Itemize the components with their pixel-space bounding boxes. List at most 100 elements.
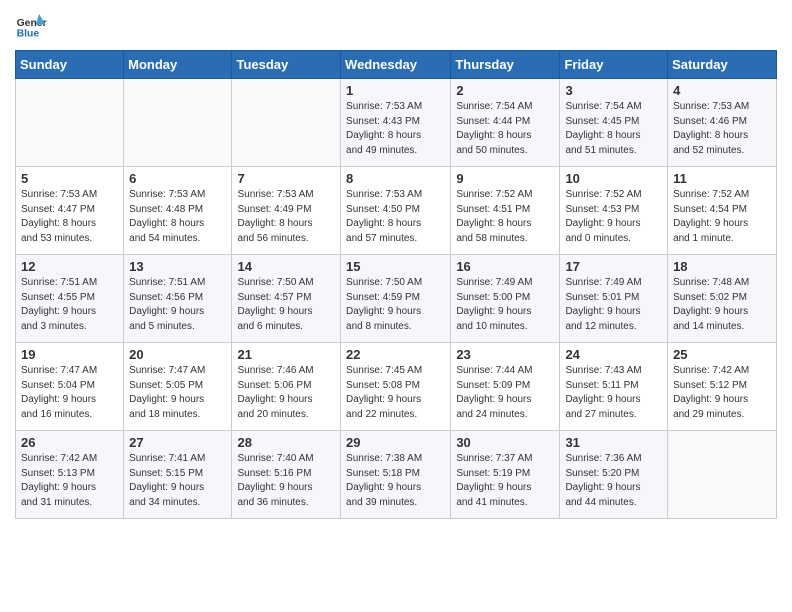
day-number: 28 — [237, 435, 335, 450]
day-number: 18 — [673, 259, 771, 274]
day-number: 30 — [456, 435, 554, 450]
day-number: 19 — [21, 347, 118, 362]
day-number: 11 — [673, 171, 771, 186]
day-info: Sunrise: 7:40 AM Sunset: 5:16 PM Dayligh… — [237, 452, 335, 510]
day-header-monday: Monday — [124, 51, 232, 79]
calendar-cell: 31 Sunrise: 7:36 AM Sunset: 5:20 PM Dayli… — [560, 431, 668, 519]
day-info: Sunrise: 7:43 AM Sunset: 5:11 PM Dayligh… — [565, 364, 662, 422]
calendar-cell: 25Sunrise: 7:42 AM Sunset: 5:12 PM Dayli… — [668, 343, 777, 431]
calendar-cell — [124, 79, 232, 167]
day-info: Sunrise: 7:53 AM Sunset: 4:50 PM Dayligh… — [346, 188, 445, 246]
day-header-saturday: Saturday — [668, 51, 777, 79]
calendar-cell: 17 Sunrise: 7:49 AM Sunset: 5:01 PM Dayli… — [560, 255, 668, 343]
day-header-friday: Friday — [560, 51, 668, 79]
header: General Blue — [15, 10, 777, 42]
calendar-cell: 2Sunrise: 7:54 AM Sunset: 4:44 PM Daylig… — [451, 79, 560, 167]
page: General Blue SundayMondayTuesdayWednesda… — [0, 0, 792, 534]
logo-icon: General Blue — [15, 10, 47, 42]
day-number: 7 — [237, 171, 335, 186]
calendar-cell: 13 Sunrise: 7:51 AM Sunset: 4:56 PM Dayli… — [124, 255, 232, 343]
day-info: Sunrise: 7:49 AM Sunset: 5:00 PM Dayligh… — [456, 276, 554, 334]
calendar-cell: 6 Sunrise: 7:53 AM Sunset: 4:48 PM Daylig… — [124, 167, 232, 255]
day-info: Sunrise: 7:45 AM Sunset: 5:08 PM Dayligh… — [346, 364, 445, 422]
svg-text:Blue: Blue — [17, 28, 40, 39]
calendar-cell — [232, 79, 341, 167]
day-number: 12 — [21, 259, 118, 274]
calendar-week-1: 1 Sunrise: 7:53 AM Sunset: 4:43 PM Daylig… — [16, 79, 777, 167]
day-number: 26 — [21, 435, 118, 450]
day-number: 1 — [346, 83, 445, 98]
calendar-cell: 23 Sunrise: 7:44 AM Sunset: 5:09 PM Dayli… — [451, 343, 560, 431]
calendar-header-row: SundayMondayTuesdayWednesdayThursdayFrid… — [16, 51, 777, 79]
day-number: 5 — [21, 171, 118, 186]
calendar-cell: 5Sunrise: 7:53 AM Sunset: 4:47 PM Daylig… — [16, 167, 124, 255]
calendar-cell: 29Sunrise: 7:38 AM Sunset: 5:18 PM Dayli… — [341, 431, 451, 519]
day-info: Sunrise: 7:41 AM Sunset: 5:15 PM Dayligh… — [129, 452, 226, 510]
day-header-thursday: Thursday — [451, 51, 560, 79]
day-number: 20 — [129, 347, 226, 362]
day-info: Sunrise: 7:42 AM Sunset: 5:12 PM Dayligh… — [673, 364, 771, 422]
calendar-week-3: 12 Sunrise: 7:51 AM Sunset: 4:55 PM Dayli… — [16, 255, 777, 343]
day-info: Sunrise: 7:52 AM Sunset: 4:51 PM Dayligh… — [456, 188, 554, 246]
day-number: 29 — [346, 435, 445, 450]
calendar-cell: 20 Sunrise: 7:47 AM Sunset: 5:05 PM Dayli… — [124, 343, 232, 431]
day-info: Sunrise: 7:54 AM Sunset: 4:45 PM Dayligh… — [565, 100, 662, 158]
day-header-wednesday: Wednesday — [341, 51, 451, 79]
day-info: Sunrise: 7:52 AM Sunset: 4:53 PM Dayligh… — [565, 188, 662, 246]
calendar-cell: 9 Sunrise: 7:52 AM Sunset: 4:51 PM Daylig… — [451, 167, 560, 255]
calendar-cell: 19Sunrise: 7:47 AM Sunset: 5:04 PM Dayli… — [16, 343, 124, 431]
day-info: Sunrise: 7:50 AM Sunset: 4:57 PM Dayligh… — [237, 276, 335, 334]
calendar-cell: 22Sunrise: 7:45 AM Sunset: 5:08 PM Dayli… — [341, 343, 451, 431]
calendar-cell: 21 Sunrise: 7:46 AM Sunset: 5:06 PM Dayli… — [232, 343, 341, 431]
day-number: 10 — [565, 171, 662, 186]
day-number: 27 — [129, 435, 226, 450]
calendar-cell: 16 Sunrise: 7:49 AM Sunset: 5:00 PM Dayli… — [451, 255, 560, 343]
day-info: Sunrise: 7:47 AM Sunset: 5:05 PM Dayligh… — [129, 364, 226, 422]
day-info: Sunrise: 7:53 AM Sunset: 4:43 PM Dayligh… — [346, 100, 445, 158]
day-number: 9 — [456, 171, 554, 186]
calendar-cell: 28 Sunrise: 7:40 AM Sunset: 5:16 PM Dayli… — [232, 431, 341, 519]
day-info: Sunrise: 7:36 AM Sunset: 5:20 PM Dayligh… — [565, 452, 662, 510]
day-info: Sunrise: 7:53 AM Sunset: 4:48 PM Dayligh… — [129, 188, 226, 246]
calendar-cell: 8Sunrise: 7:53 AM Sunset: 4:50 PM Daylig… — [341, 167, 451, 255]
logo: General Blue — [15, 10, 51, 42]
calendar-cell: 7 Sunrise: 7:53 AM Sunset: 4:49 PM Daylig… — [232, 167, 341, 255]
day-header-tuesday: Tuesday — [232, 51, 341, 79]
day-number: 4 — [673, 83, 771, 98]
day-info: Sunrise: 7:54 AM Sunset: 4:44 PM Dayligh… — [456, 100, 554, 158]
calendar-cell: 14 Sunrise: 7:50 AM Sunset: 4:57 PM Dayli… — [232, 255, 341, 343]
day-info: Sunrise: 7:53 AM Sunset: 4:49 PM Dayligh… — [237, 188, 335, 246]
calendar-cell: 30 Sunrise: 7:37 AM Sunset: 5:19 PM Dayli… — [451, 431, 560, 519]
day-info: Sunrise: 7:51 AM Sunset: 4:55 PM Dayligh… — [21, 276, 118, 334]
day-info: Sunrise: 7:42 AM Sunset: 5:13 PM Dayligh… — [21, 452, 118, 510]
day-info: Sunrise: 7:52 AM Sunset: 4:54 PM Dayligh… — [673, 188, 771, 246]
day-number: 6 — [129, 171, 226, 186]
calendar-cell: 1 Sunrise: 7:53 AM Sunset: 4:43 PM Daylig… — [341, 79, 451, 167]
day-number: 21 — [237, 347, 335, 362]
calendar-cell: 4Sunrise: 7:53 AM Sunset: 4:46 PM Daylig… — [668, 79, 777, 167]
calendar-cell: 26 Sunrise: 7:42 AM Sunset: 5:13 PM Dayli… — [16, 431, 124, 519]
day-info: Sunrise: 7:48 AM Sunset: 5:02 PM Dayligh… — [673, 276, 771, 334]
day-number: 14 — [237, 259, 335, 274]
calendar-cell: 24Sunrise: 7:43 AM Sunset: 5:11 PM Dayli… — [560, 343, 668, 431]
calendar-cell: 27 Sunrise: 7:41 AM Sunset: 5:15 PM Dayli… — [124, 431, 232, 519]
calendar-cell: 3 Sunrise: 7:54 AM Sunset: 4:45 PM Daylig… — [560, 79, 668, 167]
day-number: 31 — [565, 435, 662, 450]
day-info: Sunrise: 7:51 AM Sunset: 4:56 PM Dayligh… — [129, 276, 226, 334]
day-info: Sunrise: 7:46 AM Sunset: 5:06 PM Dayligh… — [237, 364, 335, 422]
day-number: 13 — [129, 259, 226, 274]
day-number: 23 — [456, 347, 554, 362]
day-info: Sunrise: 7:50 AM Sunset: 4:59 PM Dayligh… — [346, 276, 445, 334]
day-number: 15 — [346, 259, 445, 274]
day-number: 3 — [565, 83, 662, 98]
calendar-cell — [668, 431, 777, 519]
calendar-cell: 12 Sunrise: 7:51 AM Sunset: 4:55 PM Dayli… — [16, 255, 124, 343]
day-number: 17 — [565, 259, 662, 274]
day-info: Sunrise: 7:44 AM Sunset: 5:09 PM Dayligh… — [456, 364, 554, 422]
day-info: Sunrise: 7:49 AM Sunset: 5:01 PM Dayligh… — [565, 276, 662, 334]
day-number: 16 — [456, 259, 554, 274]
calendar-week-4: 19Sunrise: 7:47 AM Sunset: 5:04 PM Dayli… — [16, 343, 777, 431]
day-info: Sunrise: 7:37 AM Sunset: 5:19 PM Dayligh… — [456, 452, 554, 510]
calendar-cell: 11 Sunrise: 7:52 AM Sunset: 4:54 PM Dayli… — [668, 167, 777, 255]
calendar-cell: 10 Sunrise: 7:52 AM Sunset: 4:53 PM Dayli… — [560, 167, 668, 255]
